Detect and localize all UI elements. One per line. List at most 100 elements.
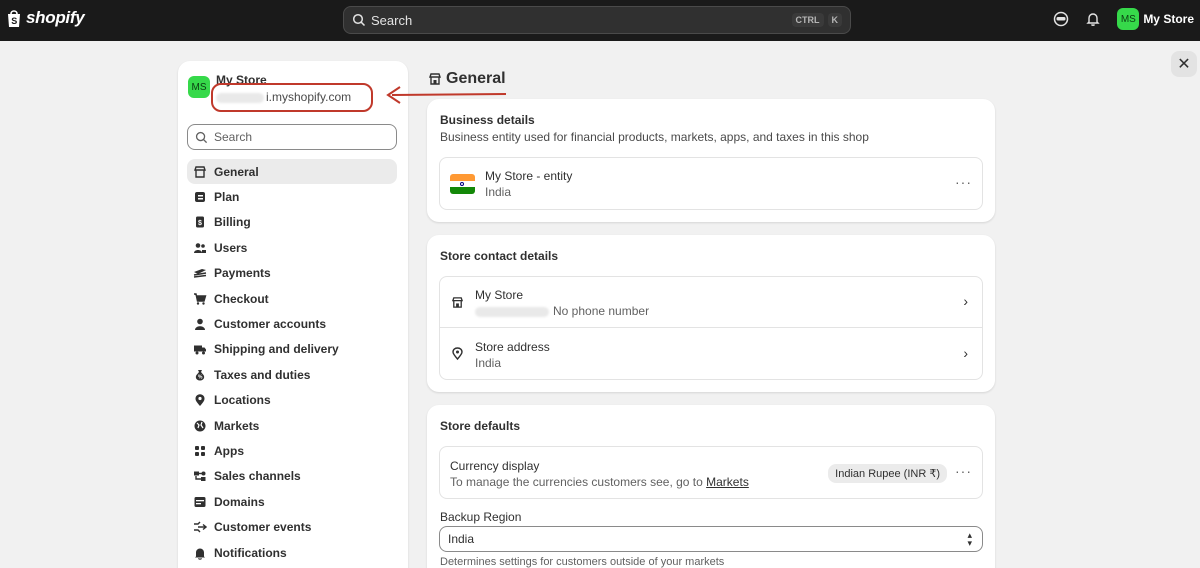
- sidebar-item-shipping-and-delivery[interactable]: Shipping and delivery: [187, 337, 397, 362]
- store-icon: [429, 73, 441, 85]
- brand-name: shopify: [26, 8, 85, 27]
- sidebar-item-checkout[interactable]: Checkout: [187, 286, 397, 311]
- business-entity-row[interactable]: My Store - entity India ···: [439, 157, 983, 210]
- shopify-logo[interactable]: S shopify: [6, 8, 85, 28]
- payments-icon: [193, 266, 207, 280]
- sidebar-item-customer-accounts[interactable]: Customer accounts: [187, 311, 397, 336]
- store-name: My Store: [475, 288, 524, 302]
- sidebar-item-payments[interactable]: Payments: [187, 261, 397, 286]
- shortcut-k: K: [827, 13, 842, 27]
- select-arrows-icon: ▴ ▾: [967, 530, 972, 548]
- business-details-card: Business details Business entity used fo…: [427, 99, 995, 222]
- sidebar-item-label: Customer events: [214, 520, 312, 535]
- store-header[interactable]: MS My Store i.myshopify.com: [188, 71, 351, 104]
- sidebar-item-label: Plan: [214, 190, 240, 205]
- chevron-right-icon: ›: [963, 293, 968, 309]
- svg-text:S: S: [11, 16, 17, 26]
- sidebar-item-label: General: [214, 164, 259, 179]
- currency-display-row: Currency display To manage the currencie…: [439, 446, 983, 499]
- plan-icon: [193, 190, 207, 204]
- sidebar-item-label: Domains: [214, 494, 265, 509]
- card-title: Store contact details: [440, 249, 559, 263]
- sidebar-item-plan[interactable]: Plan: [187, 184, 397, 209]
- location-pin-icon: [452, 347, 463, 361]
- search-icon: [352, 13, 366, 27]
- store-menu-button[interactable]: MS My Store: [1117, 8, 1194, 30]
- search-icon: [195, 131, 208, 143]
- entity-country: India: [485, 185, 512, 199]
- shopify-bag-icon: S: [8, 9, 20, 27]
- settings-sidebar: MS My Store i.myshopify.com Search Gener…: [178, 61, 408, 568]
- person-icon: [193, 317, 207, 331]
- location-icon: [193, 393, 207, 407]
- sidebar-item-label: Payments: [214, 266, 271, 281]
- entity-name: My Store - entity: [485, 169, 573, 183]
- notifications-bell-icon[interactable]: [1085, 11, 1101, 27]
- card-title: Store defaults: [440, 419, 521, 433]
- sidebar-item-notifications[interactable]: Notifications: [187, 540, 397, 565]
- sidebar-item-label: Locations: [214, 393, 271, 408]
- shortcut-ctrl: CTRL: [791, 13, 824, 27]
- close-settings-button[interactable]: ✕: [1171, 51, 1197, 77]
- store-avatar: MS: [188, 76, 210, 98]
- sidebar-item-domains[interactable]: Domains: [187, 489, 397, 514]
- sidebar-item-sales-channels[interactable]: Sales channels: [187, 464, 397, 489]
- store-defaults-card: Store defaults Currency display To manag…: [427, 405, 995, 568]
- domains-icon: [193, 495, 207, 509]
- sidebar-item-label: Sales channels: [214, 469, 301, 484]
- markets-link[interactable]: Markets: [706, 475, 749, 489]
- store-profile-row[interactable]: My Store No phone number ›: [440, 277, 982, 328]
- sidebar-item-markets[interactable]: Markets: [187, 413, 397, 438]
- sidebar-item-apps[interactable]: Apps: [187, 438, 397, 463]
- sidekick-icon[interactable]: [1053, 11, 1069, 27]
- chevron-right-icon: ›: [963, 345, 968, 361]
- top-bar: S shopify Search CTRL K MS My Store: [0, 0, 1200, 41]
- global-search-input[interactable]: Search CTRL K: [343, 6, 851, 34]
- store-menu-label: My Store: [1143, 12, 1194, 26]
- events-icon: [193, 520, 207, 534]
- phone-text: No phone number: [553, 304, 650, 318]
- sidebar-item-label: Checkout: [214, 291, 269, 306]
- backup-region-label: Backup Region: [440, 510, 522, 524]
- apps-icon: [193, 444, 207, 458]
- store-phone: No phone number: [475, 304, 649, 318]
- sidebar-item-label: Taxes and duties: [214, 367, 311, 382]
- sidebar-item-label: Markets: [214, 418, 260, 433]
- sidebar-item-users[interactable]: Users: [187, 235, 397, 260]
- backup-region-value: India: [448, 532, 475, 546]
- billing-icon: $: [193, 215, 207, 229]
- currency-desc-text: To manage the currencies customers see, …: [450, 475, 703, 489]
- annotation-highlight: [211, 83, 373, 112]
- tax-icon: %: [193, 368, 207, 382]
- search-placeholder: Search: [371, 12, 413, 28]
- page-title-text: General: [446, 70, 506, 87]
- store-contact-card: Store contact details My Store No phone …: [427, 235, 995, 392]
- currency-description: To manage the currencies customers see, …: [450, 475, 749, 489]
- settings-search-input[interactable]: Search: [187, 124, 397, 150]
- globe-icon: [193, 419, 207, 433]
- sidebar-item-customer-events[interactable]: Customer events: [187, 514, 397, 539]
- store-icon: [193, 165, 207, 179]
- address-label: Store address: [475, 340, 550, 354]
- currency-more-actions-button[interactable]: ···: [955, 463, 972, 479]
- sidebar-item-general[interactable]: General: [187, 159, 397, 185]
- entity-more-actions-button[interactable]: ···: [955, 174, 972, 190]
- sidebar-item-taxes-and-duties[interactable]: % Taxes and duties: [187, 362, 397, 387]
- avatar: MS: [1117, 8, 1140, 30]
- redacted-blur: [475, 306, 549, 317]
- users-icon: [193, 241, 207, 255]
- card-title: Business details: [440, 113, 535, 127]
- sidebar-item-label: Notifications: [214, 545, 287, 560]
- sidebar-item-label: Shipping and delivery: [214, 342, 339, 357]
- sidebar-item-locations[interactable]: Locations: [187, 388, 397, 413]
- backup-region-select[interactable]: India ▴ ▾: [439, 526, 983, 552]
- store-address-row[interactable]: Store address India ›: [440, 329, 982, 380]
- bell-icon: [193, 546, 207, 560]
- search-placeholder: Search: [214, 130, 253, 144]
- svg-text:$: $: [198, 220, 202, 227]
- sidebar-item-billing[interactable]: $ Billing: [187, 210, 397, 235]
- sidebar-item-label: Users: [214, 240, 248, 255]
- sidebar-item-label: Billing: [214, 215, 251, 230]
- currency-label: Currency display: [450, 459, 540, 473]
- sidebar-item-label: Customer accounts: [214, 317, 327, 332]
